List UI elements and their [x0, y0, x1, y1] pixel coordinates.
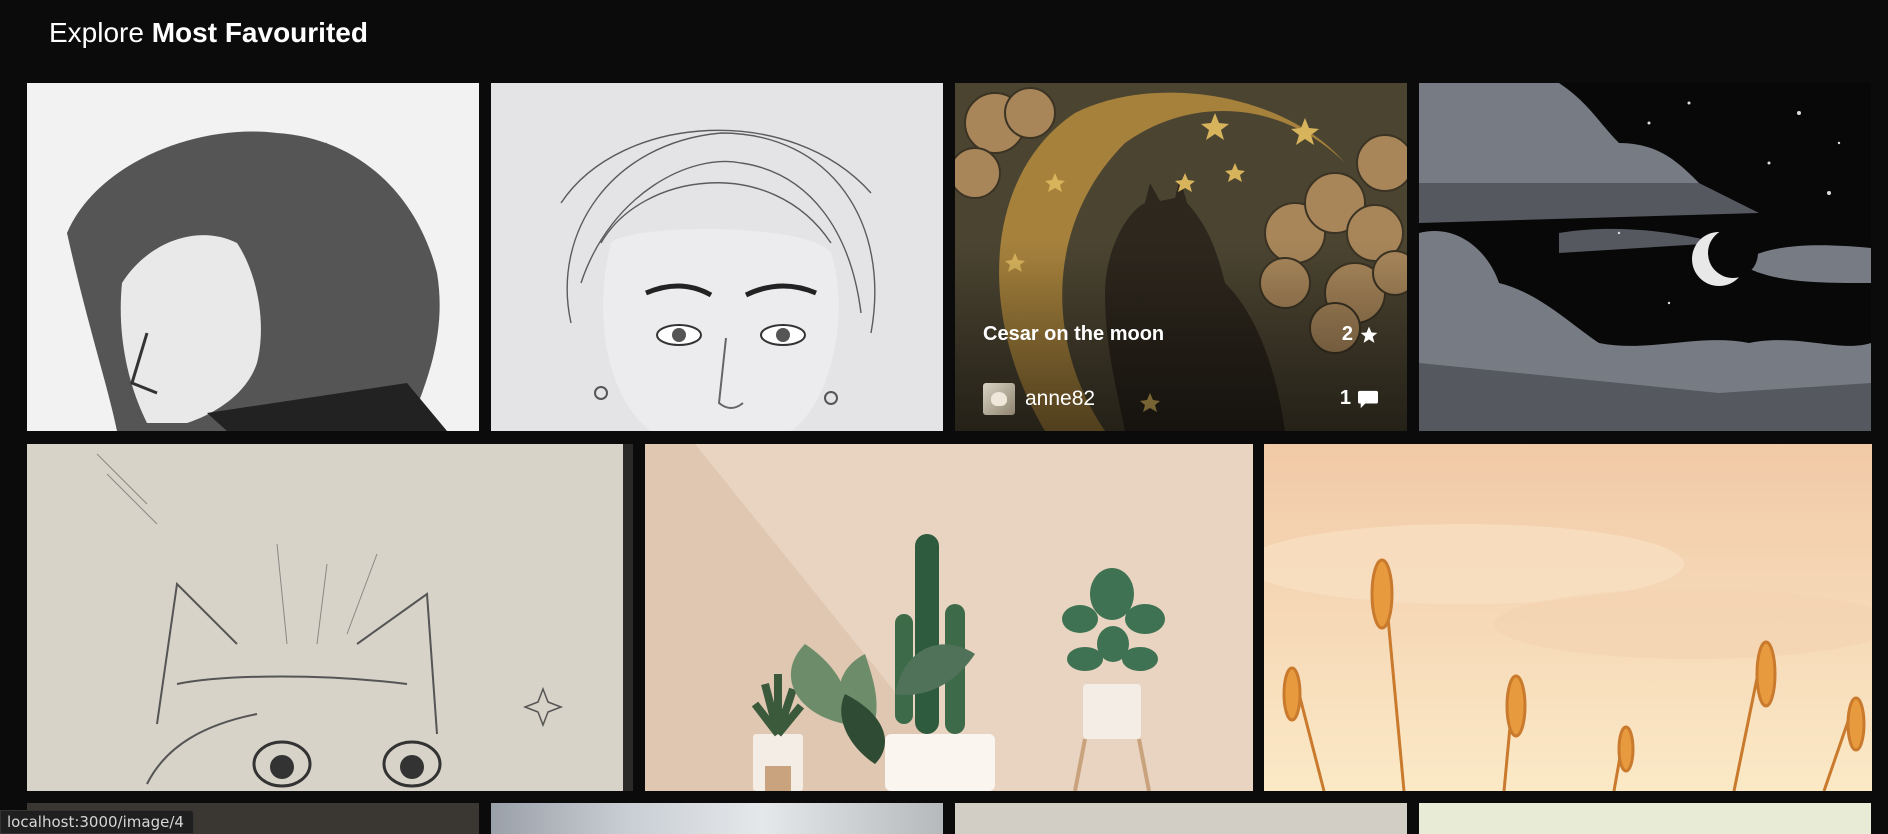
- favourites-count-value: 2: [1341, 323, 1353, 345]
- page-title-prefix: Explore: [49, 17, 144, 48]
- gallery-item-sketch-cat[interactable]: [27, 444, 633, 791]
- gallery-item-sketch-man-profile[interactable]: [27, 83, 479, 431]
- comments-count-value: 1: [1339, 387, 1351, 409]
- author[interactable]: anne82: [983, 383, 1095, 415]
- plants-illustration-image: [645, 444, 1253, 791]
- gallery-item-row3-2[interactable]: [491, 803, 943, 834]
- gallery-item-sketch-woman-portrait[interactable]: [491, 83, 943, 431]
- favourites-count[interactable]: 2: [1342, 323, 1379, 346]
- sketch-woman-portrait-image: [491, 83, 943, 431]
- sketch-cat-image: [27, 444, 633, 791]
- gallery-item-row3-3[interactable]: [955, 803, 1407, 834]
- comments-count[interactable]: 1: [1340, 387, 1379, 410]
- gallery-item-cat-on-moon-illustration[interactable]: Cesar on the moon 2 anne82 1: [955, 83, 1407, 431]
- hover-overlay: Cesar on the moon 2 anne82 1: [955, 83, 1407, 431]
- gallery-item-plants-illustration[interactable]: [645, 444, 1253, 791]
- gallery-item-wheat-sunset-painting[interactable]: [1264, 444, 1872, 791]
- avatar: [983, 383, 1015, 415]
- page-title: Explore Most Favourited: [49, 14, 368, 52]
- gallery-item-row3-4[interactable]: [1419, 803, 1871, 834]
- image-title[interactable]: Cesar on the moon: [983, 323, 1164, 346]
- gallery-item-pixel-night-sky-moon[interactable]: [1419, 83, 1871, 431]
- author-username: anne82: [1025, 387, 1096, 410]
- sketch-man-profile-image: [27, 83, 479, 431]
- star-icon: [1360, 326, 1378, 343]
- comment-icon: [1358, 390, 1378, 408]
- browser-status-bar-url: localhost:3000/image/4: [0, 810, 194, 834]
- pixel-night-sky-image: [1419, 83, 1871, 431]
- wheat-sunset-image: [1264, 444, 1872, 791]
- page-title-main: Most Favourited: [151, 17, 368, 48]
